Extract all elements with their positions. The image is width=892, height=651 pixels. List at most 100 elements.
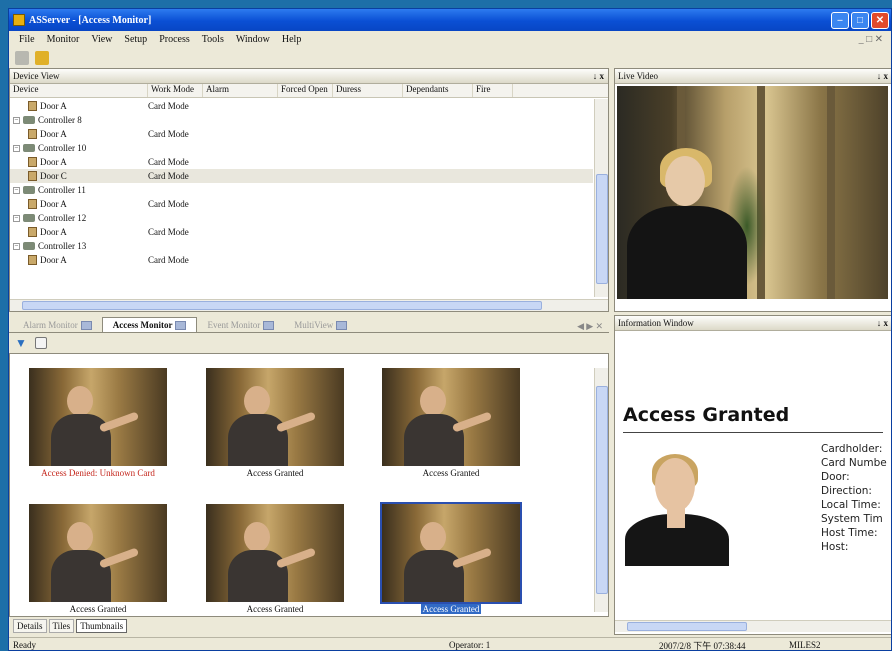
thumbnail-vscroll[interactable] [594,368,608,612]
monitor-tabs: Alarm Monitor Access Monitor Event Monit… [9,315,609,333]
menu-monitor[interactable]: Monitor [41,34,86,45]
field-label: Card Numbe [821,457,887,469]
menu-help[interactable]: Help [276,34,307,45]
scroll-thumb[interactable] [596,386,608,594]
scroll-thumb[interactable] [627,622,747,631]
tree-door-row[interactable]: Door A Card Mode [10,253,593,267]
tab-details[interactable]: Details [13,619,47,633]
thumbnail-caption: Access Denied: Unknown Card [41,468,155,478]
tree-controller-row[interactable]: − Controller 13 [10,239,593,253]
thumbnail-caption: Access Granted [69,604,127,614]
column-header[interactable]: Duress [333,84,403,97]
field-label: System Tim [821,513,883,525]
tree-door-row[interactable]: Door A Card Mode [10,225,593,239]
collapse-toggle[interactable]: − [13,214,20,222]
collapse-toggle[interactable]: − [13,116,20,124]
device-vscroll[interactable] [594,99,608,297]
scroll-thumb[interactable] [22,301,542,310]
mdi-controls[interactable]: _ □ ✕ [859,34,891,45]
cardholder-photo [623,454,731,566]
tab-thumbnails[interactable]: Thumbnails [76,619,128,633]
live-video-feed[interactable] [617,86,888,299]
tab-access-monitor[interactable]: Access Monitor [101,317,198,332]
device-name: Door A [40,255,67,265]
status-host: MILES2 [789,640,821,650]
close-icon[interactable]: ↓ x [593,71,608,81]
scroll-thumb[interactable] [596,174,608,284]
close-button[interactable]: ✕ [871,11,889,29]
menu-setup[interactable]: Setup [118,34,153,45]
tab-tiles[interactable]: Tiles [48,619,75,633]
thumbnail-caption: Access Granted [420,604,482,614]
door-icon [28,171,37,181]
door-icon [28,199,37,209]
thumbnail-caption: Access Granted [246,468,304,478]
door-icon [28,157,37,167]
controller-icon [23,186,35,194]
device-name: Door A [40,227,67,237]
work-mode: Card Mode [148,255,189,265]
event-thumbnail[interactable]: Access Granted [28,504,168,616]
work-mode: Card Mode [148,199,189,209]
event-fields: Cardholder: Card Numbe Door: Direction: … [821,442,887,554]
minimize-button[interactable]: – [831,11,849,29]
collapse-toggle[interactable]: − [13,242,20,250]
app-window: ASServer - [Access Monitor] – □ ✕ File M… [8,8,892,651]
tree-door-row[interactable]: Door A Card Mode [10,197,593,211]
maximize-button[interactable]: □ [851,11,869,29]
live-video-pane: Live Video ↓ x [614,68,891,312]
column-header[interactable]: Alarm [203,84,278,97]
column-header[interactable]: Work Mode [148,84,203,97]
close-icon[interactable]: ↓ x [877,71,891,81]
column-header[interactable]: Device [10,84,148,97]
field-label: Host: [821,541,849,553]
tree-controller-row[interactable]: − Controller 8 [10,113,593,127]
tool-icon[interactable] [15,51,29,65]
tree-controller-row[interactable]: − Controller 10 [10,141,593,155]
device-name: Controller 8 [38,115,82,125]
menu-file[interactable]: File [13,34,41,45]
event-thumbnail-selected[interactable]: Access Granted [380,502,522,616]
column-header[interactable]: Forced Open [278,84,333,97]
tab-multiview[interactable]: MultiView [284,318,357,332]
tab-nav-controls[interactable]: ◀ ▶ ✕ [577,321,609,332]
view-mode-tabs: Details Tiles Thumbnails [9,617,609,635]
device-name: Controller 11 [38,185,86,195]
tree-controller-row[interactable]: − Controller 11 [10,183,593,197]
menu-window[interactable]: Window [230,34,276,45]
menu-tools[interactable]: Tools [196,34,230,45]
status-bar: Ready Operator: 1 2007/2/8 下午 07:38:44 M… [9,637,891,650]
folder-icon[interactable] [35,51,49,65]
tree-controller-row[interactable]: − Controller 12 [10,211,593,225]
event-thumbnail[interactable]: Access Granted [205,368,345,480]
device-view-pane: Device View ↓ x Device Work Mode Alarm F… [9,68,609,312]
tree-door-row[interactable]: Door A Card Mode [10,155,593,169]
title-bar: ASServer - [Access Monitor] – □ ✕ [9,9,891,31]
menu-view[interactable]: View [85,34,118,45]
door-icon [28,255,37,265]
collapse-toggle[interactable]: − [13,144,20,152]
tab-alarm-monitor[interactable]: Alarm Monitor [13,318,102,332]
event-thumbnail[interactable]: Access Granted [205,504,345,616]
device-name: Door A [40,199,67,209]
info-hscroll[interactable] [615,620,891,632]
collapse-toggle[interactable]: − [13,186,20,194]
filter-icon[interactable]: ▼ [15,336,27,351]
alarm-icon [80,320,92,330]
column-header[interactable]: Fire [473,84,513,97]
thumbnail-toolbar: ▼ [9,334,609,352]
work-mode: Card Mode [148,129,189,139]
tree-door-row[interactable]: Door C Card Mode [10,169,593,183]
tree-door-row[interactable]: Door A Card Mode [10,127,593,141]
tree-door-row[interactable]: Door A Card Mode [10,99,593,113]
tab-event-monitor[interactable]: Event Monitor [197,318,284,332]
page-icon[interactable] [34,337,47,349]
device-hscroll[interactable] [10,299,608,311]
event-thumbnail[interactable]: Access Granted [381,368,521,480]
live-video-header: Live Video ↓ x [615,69,891,84]
menu-process[interactable]: Process [153,34,196,45]
work-mode: Card Mode [148,227,189,237]
column-header[interactable]: Dependants [403,84,473,97]
close-icon[interactable]: ↓ x [877,318,891,328]
event-thumbnail[interactable]: Access Denied: Unknown Card [28,368,168,480]
